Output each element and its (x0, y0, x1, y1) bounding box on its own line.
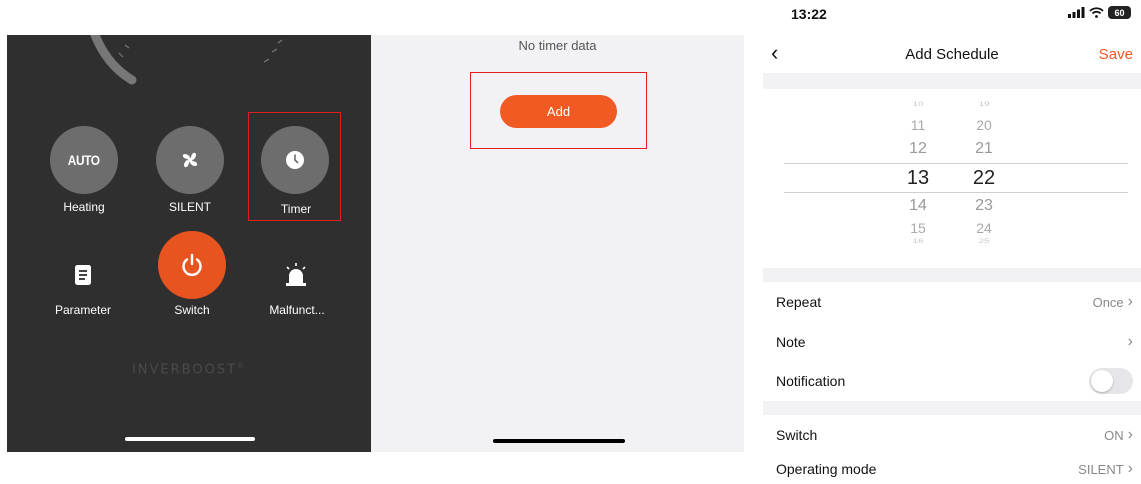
minute-option: 24 (976, 220, 992, 236)
repeat-value-text: Once (1092, 294, 1124, 310)
gauge-arc-right (263, 39, 283, 63)
hour-option: 14 (909, 197, 927, 214)
repeat-label: Repeat (776, 294, 822, 310)
hour-option: 15 (910, 220, 926, 236)
minute-column[interactable]: 19 20 21 22 23 24 25 (964, 89, 1004, 268)
chevron-right-icon: › (1127, 460, 1133, 477)
section-divider (763, 401, 1141, 415)
switch-value-text: ON (1104, 427, 1124, 443)
note-label: Note (776, 334, 806, 350)
gauge-arc-left (90, 35, 137, 85)
selected-hour: 13 (906, 167, 930, 189)
malfunction-label: Malfunct... (269, 303, 325, 317)
notification-label: Notification (776, 373, 846, 389)
timer-panel: No timer data Add (371, 35, 744, 452)
home-indicator (493, 439, 625, 443)
fan-icon (182, 152, 198, 168)
minute-option: 21 (975, 140, 993, 157)
operating-mode-row[interactable]: Operating mode SILENT › (763, 454, 1141, 484)
page-title: Add Schedule (905, 46, 999, 63)
repeat-value: Once › (1093, 294, 1133, 310)
picker-selection-line (784, 163, 1128, 164)
wifi-icon (1089, 7, 1104, 18)
power-icon (182, 253, 202, 277)
home-indicator (125, 437, 255, 441)
section-divider (763, 268, 1141, 282)
operating-mode-label: Operating mode (776, 461, 877, 477)
switch-label: Switch (776, 427, 818, 443)
chevron-right-icon: › (1127, 333, 1133, 350)
section-divider (763, 73, 1141, 89)
minute-option: 25 (978, 238, 990, 245)
repeat-row[interactable]: Repeat Once › (763, 282, 1141, 322)
notification-row: Notification (763, 361, 1141, 401)
chevron-right-icon: › (1127, 293, 1133, 310)
brand-mark: ® (237, 362, 247, 370)
auto-icon: AUTO (68, 152, 100, 168)
control-panel: AUTO Heating SILENT Timer Parameter Swit… (7, 35, 371, 452)
parameter-label: Parameter (54, 303, 112, 317)
brand-name: INVERBOOST (131, 362, 238, 378)
alarm-icon[interactable] (283, 262, 309, 288)
hour-option: 16 (912, 238, 924, 245)
empty-state-text: No timer data (518, 38, 597, 53)
power-switch-button[interactable] (158, 231, 226, 299)
signal-icon (1068, 7, 1085, 18)
switch-row[interactable]: Switch ON › (763, 415, 1141, 455)
note-value: › (1124, 334, 1133, 350)
heating-label: Heating (63, 200, 105, 214)
silent-mode-button[interactable] (156, 126, 224, 194)
status-time: 13:22 (791, 6, 827, 22)
minute-option: 20 (976, 117, 992, 133)
time-picker[interactable]: 10 11 12 13 14 15 16 19 20 21 22 23 24 2… (763, 89, 1141, 268)
hour-option: 10 (912, 101, 924, 108)
timer-highlight-frame (248, 112, 341, 221)
add-schedule-panel: 13:22 60 ‹ Add Schedule Save 10 11 12 13… (763, 0, 1141, 484)
chevron-right-icon: › (1127, 426, 1133, 443)
add-highlight-frame (470, 72, 647, 149)
document-icon[interactable] (73, 264, 93, 286)
selected-minute: 22 (972, 167, 996, 189)
hour-column[interactable]: 10 11 12 13 14 15 16 (898, 89, 938, 268)
silent-label: SILENT (168, 200, 211, 214)
switch-value: ON › (1104, 427, 1133, 443)
operating-mode-value: SILENT › (1078, 461, 1133, 477)
minute-option: 19 (978, 101, 990, 108)
battery-icon: 60 (1108, 6, 1131, 19)
heating-mode-button[interactable]: AUTO (50, 126, 118, 194)
brand-logo: INVERBOOST® (7, 362, 371, 377)
hour-option: 11 (910, 117, 926, 133)
operating-mode-value-text: SILENT (1078, 461, 1124, 477)
picker-selection-line (784, 192, 1128, 193)
minute-option: 23 (975, 197, 993, 214)
switch-label: Switch (174, 303, 210, 317)
status-icons: 60 (1068, 6, 1131, 19)
notification-toggle[interactable] (1089, 368, 1133, 394)
note-row[interactable]: Note › (763, 322, 1141, 362)
save-button[interactable]: Save (1099, 46, 1133, 63)
hour-option: 12 (909, 140, 927, 157)
toggle-knob (1091, 370, 1113, 392)
